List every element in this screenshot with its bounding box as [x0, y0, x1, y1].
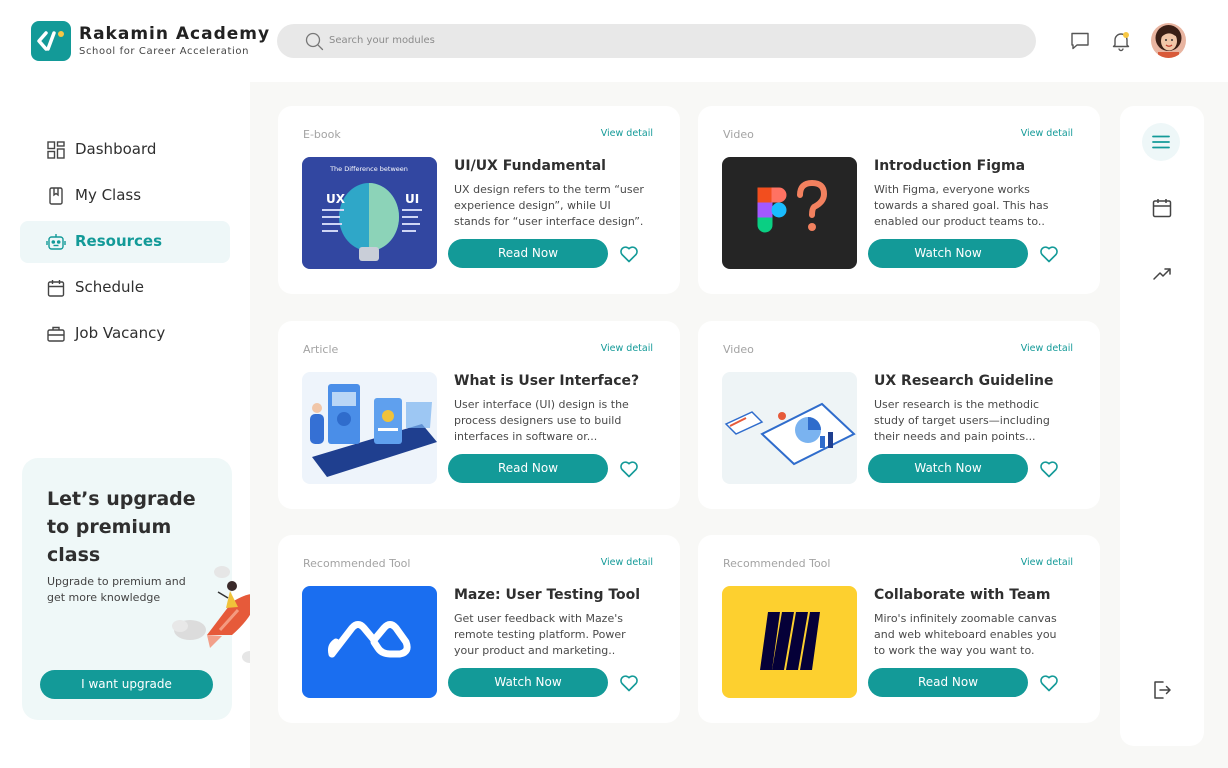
heart-icon[interactable] — [1038, 458, 1060, 480]
resource-card: Recommended Tool View detail Collaborate… — [698, 535, 1100, 723]
brand-tagline: School for Career Acceleration — [79, 46, 250, 57]
menu-button[interactable] — [1142, 123, 1180, 161]
view-detail-link[interactable]: View detail — [1021, 557, 1073, 568]
resource-card: Video View detail UX Research Guideline … — [698, 321, 1100, 509]
watch-now-button[interactable]: Watch Now — [868, 454, 1028, 483]
calendar-icon[interactable] — [1150, 196, 1174, 220]
heart-icon[interactable] — [1038, 672, 1060, 694]
promo-title: Let’s upgrade to premium class — [47, 488, 196, 566]
sidebar-item-label: Resources — [75, 232, 163, 250]
view-detail-link[interactable]: View detail — [601, 128, 653, 139]
header: Rakamin Academy School for Career Accele… — [0, 0, 1228, 82]
card-description: Get user feedback with Maze's remote tes… — [454, 612, 626, 657]
card-description: Miro's infinitely zoomable canvas and we… — [874, 612, 1057, 657]
heart-icon[interactable] — [618, 243, 640, 265]
logout-icon[interactable] — [1150, 678, 1174, 702]
view-detail-link[interactable]: View detail — [1021, 128, 1073, 139]
thumb-header: The Difference between — [329, 165, 408, 173]
thumb-ui-label: UI — [405, 192, 419, 206]
sidebar-item-job-vacancy[interactable]: Job Vacancy — [20, 313, 230, 355]
chat-icon[interactable] — [1069, 30, 1091, 52]
card-description: UX design refers to the term “user exper… — [454, 183, 644, 228]
card-category: Video — [723, 128, 754, 141]
watch-now-button[interactable]: Watch Now — [868, 239, 1028, 268]
bookmark-icon — [46, 186, 66, 206]
heart-icon[interactable] — [1038, 243, 1060, 265]
view-detail-link[interactable]: View detail — [601, 557, 653, 568]
figma-thumbnail[interactable] — [722, 157, 857, 269]
view-detail-link[interactable]: View detail — [1021, 343, 1073, 354]
sidebar-item-label: My Class — [75, 186, 142, 204]
search-input[interactable]: Search your modules — [329, 35, 435, 46]
research-thumbnail[interactable] — [722, 372, 857, 484]
sidebar-item-dashboard[interactable]: Dashboard — [20, 129, 230, 171]
sidebar-item-schedule[interactable]: Schedule — [20, 267, 230, 309]
card-title[interactable]: What is User Interface? — [454, 373, 639, 389]
heart-icon[interactable] — [618, 672, 640, 694]
view-detail-link[interactable]: View detail — [601, 343, 653, 354]
rocket-illustration — [162, 560, 262, 674]
search-icon — [305, 32, 324, 55]
card-title[interactable]: Collaborate with Team — [874, 587, 1050, 603]
sidebar-item-resources[interactable]: Resources — [20, 221, 230, 263]
card-title[interactable]: Introduction Figma — [874, 158, 1025, 174]
sidebar-item-label: Dashboard — [75, 140, 157, 158]
card-description: User interface (UI) design is the proces… — [454, 398, 629, 443]
card-category: Video — [723, 343, 754, 356]
ui-thumbnail[interactable] — [302, 372, 437, 484]
menu-icon — [1152, 135, 1170, 149]
maze-thumbnail[interactable] — [302, 586, 437, 698]
sidebar-item-label: Job Vacancy — [75, 324, 166, 342]
read-now-button[interactable]: Read Now — [448, 454, 608, 483]
watch-now-button[interactable]: Watch Now — [448, 668, 608, 697]
card-title[interactable]: UX Research Guideline — [874, 373, 1053, 389]
resources-main: E-book View detail The Difference betwee… — [250, 82, 1228, 768]
search-bar[interactable]: Search your modules — [277, 24, 1036, 58]
resource-card: Article View detail What is User Interfa… — [278, 321, 680, 509]
grid-icon — [46, 140, 66, 160]
sidebar-item-label: Schedule — [75, 278, 144, 296]
upgrade-promo: Let’s upgrade to premium class Upgrade t… — [22, 458, 258, 720]
read-now-button[interactable]: Read Now — [448, 239, 608, 268]
read-now-button[interactable]: Read Now — [868, 668, 1028, 697]
brand-name: Rakamin Academy — [79, 24, 271, 44]
resource-card: Video View detail Introduction Figma Wit… — [698, 106, 1100, 294]
card-category: Recommended Tool — [723, 557, 831, 570]
card-description: With Figma, everyone works towards a sha… — [874, 183, 1049, 228]
card-title[interactable]: UI/UX Fundamental — [454, 158, 606, 174]
calendar-icon — [46, 278, 66, 298]
upgrade-button[interactable]: I want upgrade — [40, 670, 213, 699]
uiux-thumbnail[interactable]: The Difference between UX UI — [302, 157, 437, 269]
resource-card: E-book View detail The Difference betwee… — [278, 106, 680, 294]
sidebar-item-my-class[interactable]: My Class — [20, 175, 230, 217]
avatar[interactable] — [1151, 23, 1186, 58]
trend-icon[interactable] — [1150, 262, 1174, 286]
briefcase-icon — [46, 324, 66, 344]
card-category: Article — [303, 343, 339, 356]
card-category: E-book — [303, 128, 341, 141]
resource-card: Recommended Tool View detail Maze: User … — [278, 535, 680, 723]
miro-thumbnail[interactable] — [722, 586, 857, 698]
heart-icon[interactable] — [618, 458, 640, 480]
robot-icon — [46, 232, 66, 252]
brand-logo[interactable] — [31, 21, 71, 61]
thumb-ux-label: UX — [326, 192, 346, 206]
card-title[interactable]: Maze: User Testing Tool — [454, 587, 640, 603]
card-description: User research is the methodic study of t… — [874, 398, 1050, 443]
sidebar: Dashboard My Class Resources Schedule Jo… — [0, 82, 258, 768]
right-rail — [1120, 106, 1204, 746]
bell-icon[interactable] — [1110, 30, 1132, 52]
card-category: Recommended Tool — [303, 557, 411, 570]
